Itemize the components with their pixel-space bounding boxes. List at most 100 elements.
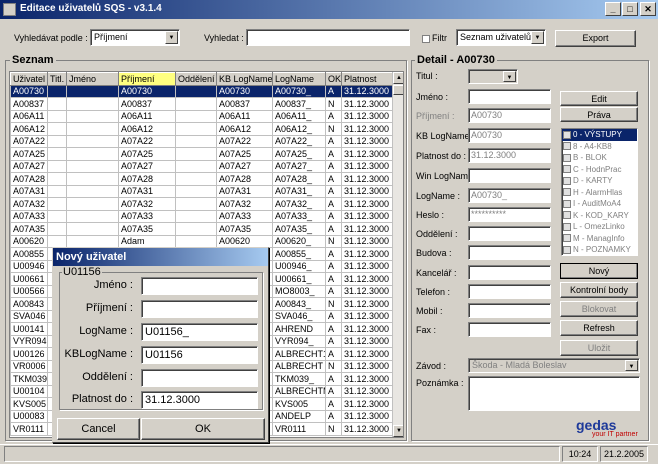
rights-item[interactable]: L - OmezLinko	[562, 221, 637, 233]
telefon-field[interactable]	[468, 284, 551, 299]
table-row[interactable]: A07A22 A07A22 A07A22 A07A22_ A 31.12.3000	[10, 134, 394, 148]
checkbox-icon[interactable]	[563, 153, 571, 162]
checkbox-icon[interactable]	[563, 188, 571, 197]
cancel-button[interactable]: Cancel	[57, 418, 140, 440]
dialog-prijmeni-field[interactable]	[141, 300, 258, 318]
table-row[interactable]: A00837 A00837 A00837 A00837_ N 31.12.3000	[10, 97, 394, 111]
search-by-select[interactable]: Příjmení ▼	[90, 29, 180, 46]
table-cell: TKM039	[10, 372, 48, 386]
filter-checkbox[interactable]: Filtr	[422, 33, 447, 43]
logname-field[interactable]: A00730_	[468, 188, 551, 203]
poznamka-field[interactable]	[468, 376, 640, 411]
table-row[interactable]: A07A25 A07A25 A07A25 A07A25_ A 31.12.3000	[10, 147, 394, 161]
table-cell	[66, 97, 119, 111]
platnost-field[interactable]: 31.12.3000	[468, 148, 551, 163]
column-header[interactable]: Uživatel	[10, 72, 48, 86]
heslo-field[interactable]: **********	[468, 207, 551, 222]
table-row[interactable]: A07A32 A07A32 A07A32 A07A32_ A 31.12.3000	[10, 197, 394, 211]
blokovat-button[interactable]: Blokovat	[560, 301, 638, 317]
export-button[interactable]: Export	[555, 30, 636, 47]
column-header[interactable]: Platnost	[341, 72, 394, 86]
rights-item[interactable]: H - AlarmHlas	[562, 187, 637, 199]
table-row[interactable]: A07A35 A07A35 A07A35 A07A35_ A 31.12.3000	[10, 222, 394, 236]
list-scrollbar[interactable]: ▲ ▼	[392, 72, 403, 437]
checkbox-icon[interactable]	[563, 211, 571, 220]
table-row[interactable]: A00730 A00730 A00730 A00730_ A 31.12.3000	[10, 84, 394, 98]
ok-button[interactable]: OK	[141, 418, 265, 440]
titul-select[interactable]: ▼	[468, 69, 518, 84]
column-header[interactable]: Oddělení	[175, 72, 217, 86]
table-cell: N	[325, 97, 342, 111]
dialog-platnost-field[interactable]: 31.12.3000	[141, 391, 258, 409]
table-cell: 31.12.3000	[341, 372, 394, 386]
minimize-button[interactable]: _	[605, 2, 621, 16]
rights-item[interactable]: B - BLOK	[562, 152, 637, 164]
checkbox-icon[interactable]	[563, 142, 571, 151]
list-select[interactable]: Seznam uživatelů ▼	[456, 29, 546, 46]
column-header[interactable]: KB LogName	[216, 72, 273, 86]
oddeleni-field[interactable]	[468, 226, 551, 241]
scroll-thumb[interactable]	[393, 85, 403, 95]
rights-item[interactable]: 8 - A4-KB8	[562, 141, 637, 153]
rights-item[interactable]: I - AuditMoA4	[562, 198, 637, 210]
rights-item[interactable]: 0 - VÝSTUPY	[562, 129, 637, 141]
kblog-field[interactable]: A00730	[468, 128, 551, 143]
dialog-oddeleni-field[interactable]	[141, 369, 258, 387]
column-header[interactable]: LogName	[272, 72, 326, 86]
refresh-button[interactable]: Refresh	[560, 320, 638, 336]
kontrolni-body-button[interactable]: Kontrolní body	[560, 282, 638, 298]
dialog-kblog-field[interactable]: U01156	[141, 346, 258, 364]
table-cell: 31.12.3000	[341, 97, 394, 111]
kancelar-field[interactable]	[468, 265, 551, 280]
dialog-logname-field[interactable]: U01156_	[141, 323, 258, 341]
table-row[interactable]: A07A27 A07A27 A07A27 A07A27_ A 31.12.3000	[10, 159, 394, 173]
prijmeni-field[interactable]: A00730	[468, 108, 551, 123]
close-button[interactable]: ✕	[640, 2, 656, 16]
column-header[interactable]: Příjmení	[118, 72, 176, 86]
status-date: 21.2.2005	[600, 446, 648, 462]
table-cell	[175, 172, 217, 186]
checkbox-icon[interactable]	[563, 234, 571, 243]
scroll-down-icon[interactable]: ▼	[393, 425, 403, 437]
ulozit-button[interactable]: Uložit	[560, 340, 638, 356]
checkbox-icon[interactable]	[563, 165, 571, 174]
prava-button[interactable]: Práva	[560, 107, 638, 122]
checkbox-icon[interactable]	[563, 130, 571, 139]
rights-item[interactable]: M - ManagInfo	[562, 233, 637, 245]
table-row[interactable]: A00620 Adam A00620 A00620_ N 31.12.3000	[10, 234, 394, 248]
table-cell: A07A33	[10, 209, 48, 223]
table-row[interactable]: A06A11 A06A11 A06A11 A06A11_ A 31.12.3000	[10, 109, 394, 123]
rights-list[interactable]: 0 - VÝSTUPY 8 - A4-KB8 B - BLOK C - HodnPra…	[561, 128, 638, 256]
scroll-up-icon[interactable]: ▲	[393, 72, 403, 84]
rights-item[interactable]: K - KOD_KARY	[562, 210, 637, 222]
rights-item[interactable]: C - HodnPrac	[562, 164, 637, 176]
jmeno-field[interactable]	[468, 89, 551, 104]
rights-item[interactable]: D - KARTY	[562, 175, 637, 187]
table-row[interactable]: A07A28 A07A28 A07A28 A07A28_ A 31.12.3000	[10, 172, 394, 186]
checkbox-icon[interactable]	[563, 222, 571, 231]
fax-field[interactable]	[468, 322, 551, 337]
prijmeni-label: Příjmení :	[416, 111, 455, 121]
table-row[interactable]: A07A31 A07A31 A07A31 A07A31_ A 31.12.3000	[10, 184, 394, 198]
table-row[interactable]: A07A33 A07A33 A07A33 A07A33_ A 31.12.3000	[10, 209, 394, 223]
column-header[interactable]: OK	[325, 72, 342, 86]
table-cell	[66, 172, 119, 186]
checkbox-icon[interactable]	[563, 176, 571, 185]
rights-item[interactable]: N - POZNAMKY	[562, 244, 637, 255]
checkbox-icon[interactable]	[563, 199, 571, 208]
zavod-select[interactable]: Škoda - Mladá Boleslav ▼	[468, 358, 640, 373]
budova-field[interactable]	[468, 245, 551, 260]
edit-button[interactable]: Edit	[560, 91, 638, 106]
winlog-field[interactable]	[468, 168, 551, 183]
mobil-field[interactable]	[468, 303, 551, 318]
table-cell: A	[325, 134, 342, 148]
maximize-button[interactable]: □	[622, 2, 638, 16]
checkbox-icon[interactable]	[563, 245, 571, 254]
column-header[interactable]: Jméno	[66, 72, 119, 86]
table-cell: 31.12.3000	[341, 234, 394, 248]
table-row[interactable]: A06A12 A06A12 A06A12 A06A12_ N 31.12.3000	[10, 122, 394, 136]
column-header[interactable]: Titl.	[47, 72, 67, 86]
search-input[interactable]	[246, 29, 410, 46]
novy-button[interactable]: Nový	[560, 263, 638, 279]
dialog-jmeno-field[interactable]	[141, 277, 258, 295]
